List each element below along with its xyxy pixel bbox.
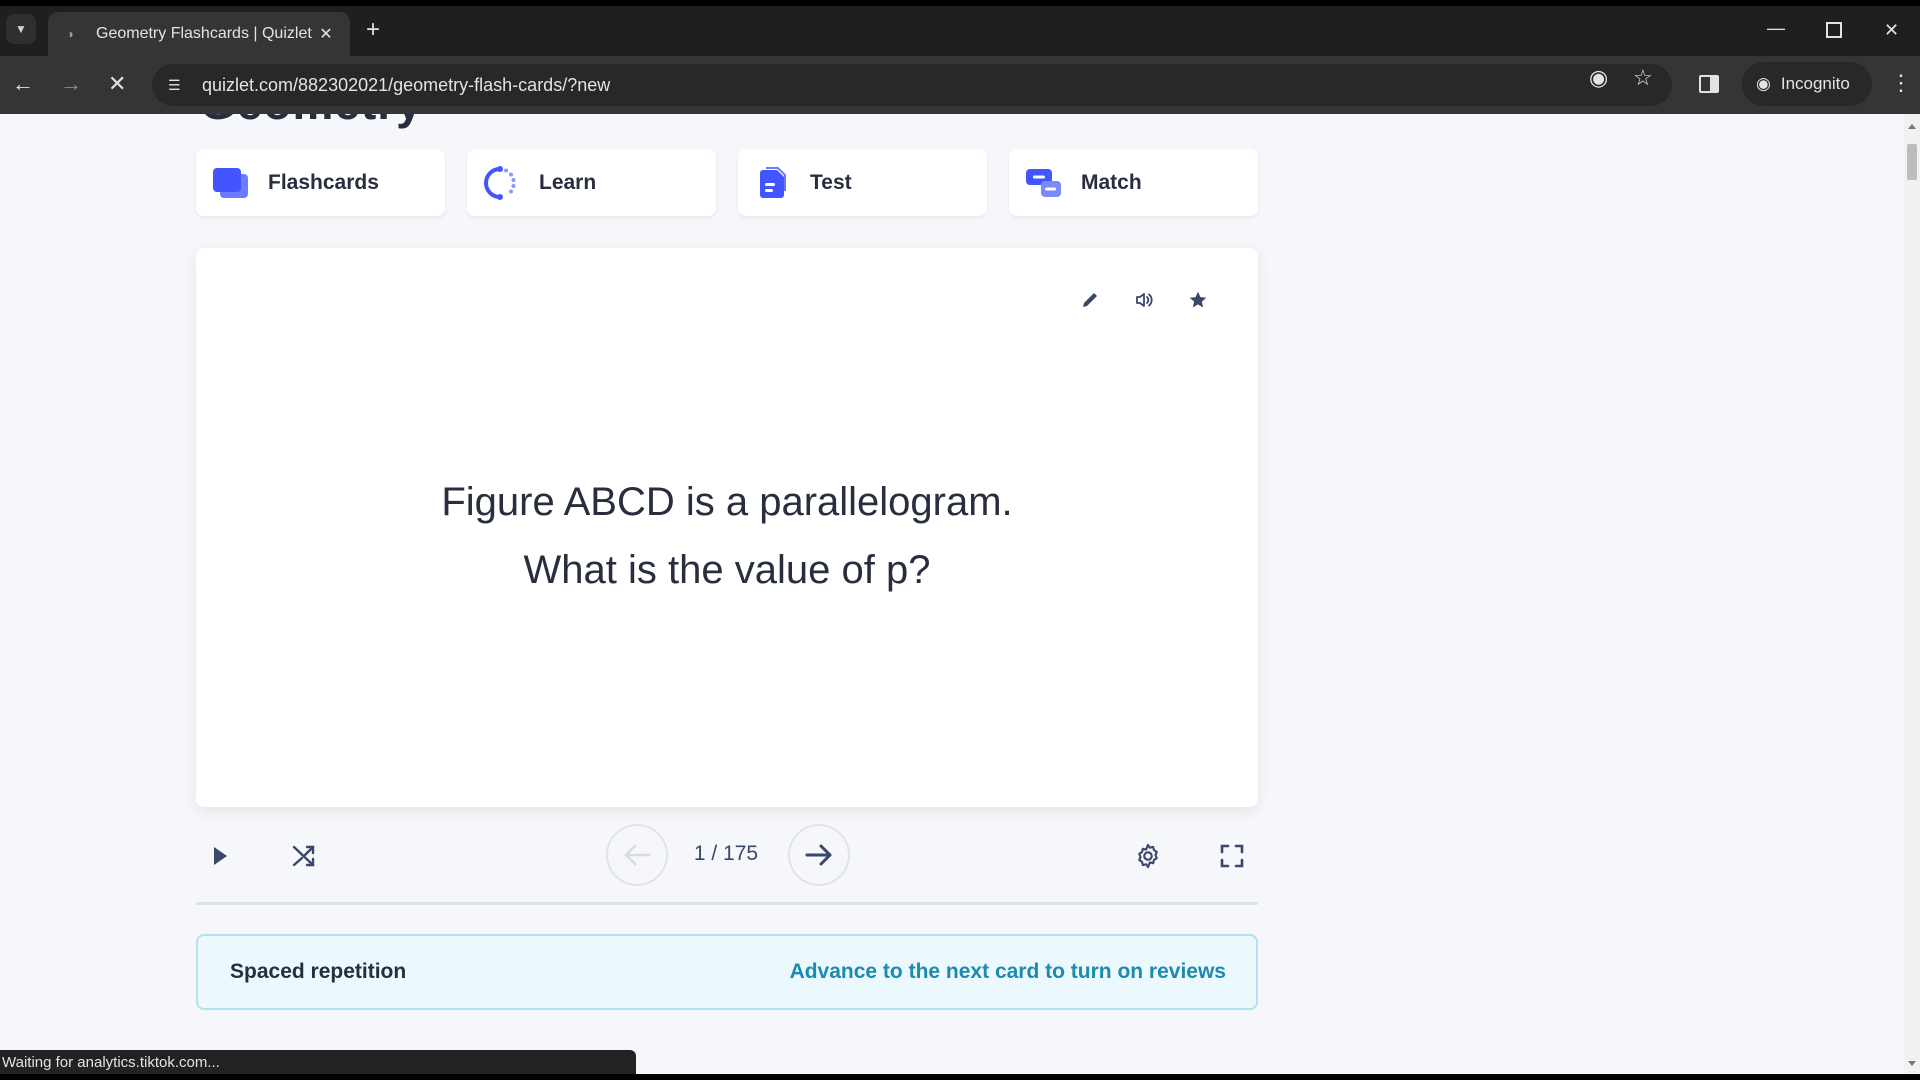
learn-icon [483,165,521,200]
flashcards-icon [212,166,250,200]
browser-tab-active[interactable]: ◑ Geometry Flashcards | Quizlet ✕ [48,12,350,56]
play-autoplay-icon[interactable] [204,840,236,872]
page-scrollbar[interactable] [1904,114,1920,1074]
mode-flashcards-button[interactable]: Flashcards [196,149,445,216]
address-bar[interactable]: ☰ quizlet.com/882302021/geometry-flash-c… [152,64,1672,106]
back-arrow-icon[interactable]: ← [12,71,34,97]
address-toolbar: ← → ✕ ☰ quizlet.com/882302021/geometry-f… [0,56,1920,114]
mode-label: Test [810,170,852,194]
stop-loading-icon[interactable]: ✕ [108,71,126,97]
mode-label: Learn [539,170,597,194]
card-toolbar [1078,288,1210,312]
fullscreen-icon[interactable] [1216,840,1248,872]
tab-title: Geometry Flashcards | Quizlet [96,25,312,42]
tab-bar: ▼ ◑ Geometry Flashcards | Quizlet ✕ + — … [0,6,1920,56]
window-bottom-edge [0,1074,1920,1080]
page-content: Geometry Flashcards [0,114,1920,1074]
card-counter: 1 / 175 [693,842,759,865]
settings-gear-icon[interactable] [1132,840,1164,872]
incognito-icon: ◉ [1756,74,1771,93]
forward-arrow-icon[interactable]: → [60,71,82,97]
flashcard[interactable]: Figure ABCD is a parallelogram. What is … [196,248,1258,807]
minimize-icon[interactable]: — [1767,18,1785,39]
progress-divider [196,902,1258,905]
chevron-down-icon: ▼ [15,22,27,36]
next-card-button[interactable] [788,824,850,886]
mode-label: Flashcards [268,170,379,194]
incognito-badge[interactable]: ◉ Incognito [1742,62,1872,106]
flashcard-controls: 1 / 175 [196,824,1258,888]
scroll-down-arrow-icon[interactable] [1908,1061,1916,1066]
scroll-up-arrow-icon[interactable] [1908,124,1916,129]
mode-match-button[interactable]: Match [1009,149,1258,216]
arrow-left-icon [624,844,651,866]
tab-search-button[interactable]: ▼ [6,14,36,44]
card-term-line: What is the value of p? [523,548,931,592]
test-icon [754,166,792,200]
arrow-right-icon [805,844,832,866]
spaced-repetition-link[interactable]: Advance to the next card to turn on revi… [790,960,1226,984]
spaced-repetition-banner: Spaced repetition Advance to the next ca… [196,934,1258,1010]
url-text[interactable]: quizlet.com/882302021/geometry-flash-car… [202,75,610,96]
browser-status-bar: Waiting for analytics.tiktok.com... [0,1050,636,1075]
close-window-icon[interactable]: ✕ [1884,20,1899,41]
eye-off-icon[interactable]: ◉ [1589,65,1608,91]
site-info-icon[interactable]: ☰ [168,77,188,94]
edit-pencil-icon[interactable] [1078,288,1102,312]
new-tab-button[interactable]: + [366,18,380,42]
loading-favicon-icon: ◑ [66,27,74,41]
mode-learn-button[interactable]: Learn [467,149,716,216]
card-term: Figure ABCD is a parallelogram. What is … [196,468,1258,604]
tab-close-icon[interactable]: ✕ [316,24,336,44]
mode-test-button[interactable]: Test [738,149,987,216]
audio-speaker-icon[interactable] [1132,288,1156,312]
study-modes: Flashcards Learn Test Match [196,149,1258,216]
set-title: Geometry [200,114,423,130]
mode-label: Match [1081,170,1142,194]
shuffle-icon[interactable] [288,840,320,872]
scrollbar-thumb[interactable] [1907,144,1917,180]
incognito-label: Incognito [1780,74,1850,93]
side-panel-icon[interactable] [1699,75,1719,93]
previous-card-button[interactable] [606,824,668,886]
match-icon [1025,166,1063,200]
bookmark-star-icon[interactable]: ☆ [1633,65,1653,91]
more-menu-icon[interactable]: ⋮ [1890,70,1912,96]
star-icon[interactable] [1186,288,1210,312]
spaced-repetition-label: Spaced repetition [230,960,407,983]
card-term-line: Figure ABCD is a parallelogram. [441,480,1013,524]
maximize-icon[interactable] [1826,22,1842,38]
